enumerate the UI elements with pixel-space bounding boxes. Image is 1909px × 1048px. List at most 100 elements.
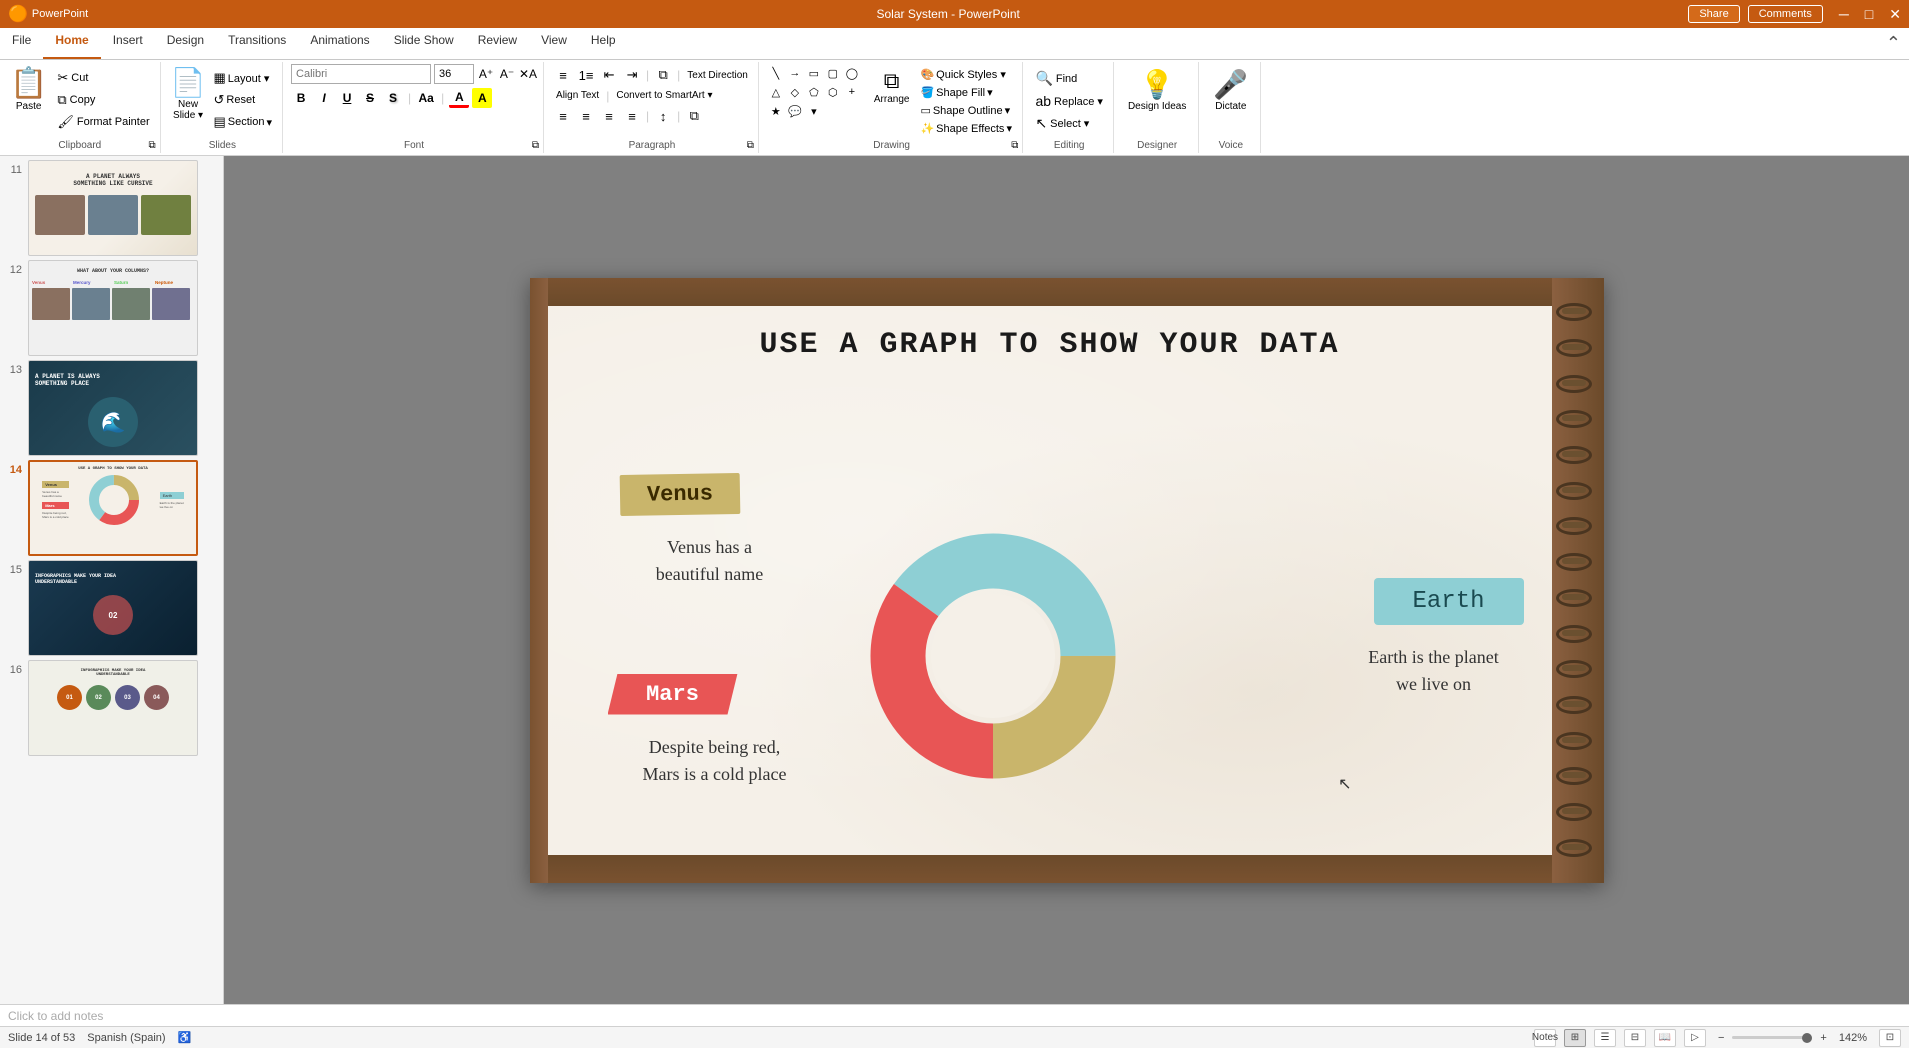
design-ideas-button[interactable]: 💡 Design Ideas [1122, 64, 1192, 137]
drawing-expand-icon[interactable]: ⧉ [1011, 140, 1018, 151]
justify-button[interactable]: ≡ [621, 105, 643, 127]
shape-arrow-btn[interactable]: → [786, 64, 804, 82]
tab-transitions[interactable]: Transitions [216, 28, 298, 59]
slide-thumb-16[interactable]: 16 INFOGRAPHICS MAKE YOUR IDEAUNDERSTAND… [4, 660, 219, 756]
columns-button[interactable]: ⧉ [683, 105, 705, 127]
new-slide-button[interactable]: 📄 New Slide ▾ [169, 64, 208, 123]
underline-button[interactable]: U [337, 88, 357, 108]
cols-button[interactable]: ⧉ [652, 64, 674, 86]
view-outline-button[interactable]: ☰ [1594, 1029, 1616, 1047]
paragraph-expand-icon[interactable]: ⧉ [747, 140, 754, 151]
font-color-button[interactable]: A [449, 88, 469, 108]
align-right-button[interactable]: ≡ [598, 105, 620, 127]
shape-round-rect-btn[interactable]: ▢ [824, 64, 842, 82]
cut-button[interactable]: ✂ Cut [53, 68, 153, 88]
highlight-color-button[interactable]: A [472, 88, 492, 108]
text-direction-button[interactable]: Text Direction [683, 68, 752, 83]
numbered-list-button[interactable]: 1≡ [575, 64, 597, 86]
shape-tri-btn[interactable]: △ [767, 83, 785, 101]
dictate-button[interactable]: 🎤 Dictate [1207, 64, 1254, 137]
slide-thumb-14[interactable]: 14 USE A GRAPH TO SHOW YOUR DATA Venus V… [4, 460, 219, 556]
share-button[interactable]: Share [1688, 5, 1739, 23]
bold-button[interactable]: B [291, 88, 311, 108]
font-name-input[interactable] [291, 64, 431, 84]
shape-line-btn[interactable]: ╲ [767, 64, 785, 82]
zoom-out-button[interactable]: − [1718, 1032, 1724, 1044]
decrease-indent-button[interactable]: ⇤ [598, 64, 620, 86]
shape-star-btn[interactable]: ★ [767, 102, 785, 120]
shape-outline-button[interactable]: ▭ Shape Outline ▾ [916, 102, 1016, 119]
bullets-button[interactable]: ≡ [552, 64, 574, 86]
align-left-button[interactable]: ≡ [552, 105, 574, 127]
shape-effects-button[interactable]: ✨ Shape Effects ▾ [916, 120, 1016, 137]
copy-button[interactable]: ⧉ Copy [53, 90, 153, 110]
select-button[interactable]: ↖ Select ▾ [1031, 113, 1107, 134]
arrange-button[interactable]: ⧉ Arrange [870, 66, 914, 107]
clear-format-button[interactable]: ✕A [519, 65, 537, 83]
shape-hex-btn[interactable]: ⬡ [824, 83, 842, 101]
clipboard-expand-icon[interactable]: ⧉ [148, 140, 155, 151]
mars-label[interactable]: Mars [608, 674, 738, 715]
strikethrough-button[interactable]: S [360, 88, 380, 108]
shape-diamond-btn[interactable]: ◇ [786, 83, 804, 101]
tab-insert[interactable]: Insert [101, 28, 155, 59]
font-size-input[interactable]: 36 [434, 64, 474, 84]
italic-button[interactable]: I [314, 88, 334, 108]
tab-design[interactable]: Design [155, 28, 216, 59]
zoom-slider[interactable] [1732, 1036, 1812, 1039]
notes-toggle-button[interactable]: Notes [1534, 1029, 1556, 1047]
shape-rect-btn[interactable]: ▭ [805, 64, 823, 82]
convert-smartart-button[interactable]: Convert to SmartArt ▾ [612, 88, 716, 103]
view-presenter-button[interactable]: ▷ [1684, 1029, 1706, 1047]
donut-chart-container[interactable] [853, 516, 1133, 799]
shape-pentagon-btn[interactable]: ⬠ [805, 83, 823, 101]
reset-button[interactable]: ↺ Reset [210, 90, 277, 110]
shape-fill-button[interactable]: 🪣 Shape Fill ▾ [916, 84, 1016, 101]
venus-label[interactable]: Venus [619, 472, 740, 515]
view-reading-button[interactable]: 📖 [1654, 1029, 1676, 1047]
shape-plus-btn[interactable]: + [843, 83, 861, 101]
increase-font-button[interactable]: A⁺ [477, 65, 495, 83]
paste-button[interactable]: 📋 Paste [6, 64, 51, 114]
fit-to-window-button[interactable]: ⊡ [1879, 1029, 1901, 1047]
ribbon-collapse-button[interactable]: ⌃ [1878, 28, 1909, 59]
minimize-button[interactable]: ─ [1839, 6, 1849, 22]
maximize-button[interactable]: □ [1865, 6, 1873, 22]
section-button[interactable]: ▤ Section ▾ [210, 112, 277, 132]
view-normal-button[interactable]: ⊞ [1564, 1029, 1586, 1047]
align-text-button[interactable]: Align Text [552, 88, 603, 103]
slide-thumb-12[interactable]: 12 WHAT ABOUT YOUR COLUMNS? Venus Mercur… [4, 260, 219, 356]
line-spacing-button[interactable]: ↕ [652, 105, 674, 127]
tab-animations[interactable]: Animations [298, 28, 381, 59]
layout-button[interactable]: ▦ Layout ▾ [210, 68, 277, 88]
slide-thumb-15[interactable]: 15 INFOGRAPHICS MAKE YOUR IDEAUNDERSTAND… [4, 560, 219, 656]
tab-review[interactable]: Review [466, 28, 529, 59]
notes-area[interactable]: Click to add notes [0, 1004, 1909, 1026]
tab-home[interactable]: Home [43, 28, 100, 59]
center-button[interactable]: ≡ [575, 105, 597, 127]
comments-button[interactable]: Comments [1748, 5, 1823, 23]
tab-view[interactable]: View [529, 28, 579, 59]
find-button[interactable]: 🔍 Find [1031, 68, 1107, 89]
slide-thumb-13[interactable]: 13 A PLANET IS ALWAYSSOMETHING PLACE 🌊 [4, 360, 219, 456]
canvas-area[interactable]: USE A GRAPH TO SHOW YOUR DATA Venus Venu… [224, 156, 1909, 1004]
zoom-in-button[interactable]: + [1820, 1032, 1826, 1044]
change-case-button[interactable]: Aa [416, 88, 436, 108]
slide-thumb-11[interactable]: 11 A PLANET ALWAYSSOMETHING LIKE CURSIVE [4, 160, 219, 256]
shadow-button[interactable]: S [383, 88, 403, 108]
shape-more-btn[interactable]: ▾ [805, 102, 823, 120]
tab-slideshow[interactable]: Slide Show [382, 28, 466, 59]
earth-label[interactable]: Earth [1374, 578, 1524, 625]
zoom-level[interactable]: 142% [1839, 1032, 1867, 1044]
close-button[interactable]: ✕ [1889, 6, 1901, 23]
tab-file[interactable]: File [0, 28, 43, 59]
format-painter-button[interactable]: 🖌 Format Painter [53, 112, 153, 132]
tab-help[interactable]: Help [579, 28, 628, 59]
view-slide-sorter-button[interactable]: ⊟ [1624, 1029, 1646, 1047]
shape-callout-btn[interactable]: 💬 [786, 102, 804, 120]
increase-indent-button[interactable]: ⇥ [621, 64, 643, 86]
decrease-font-button[interactable]: A⁻ [498, 65, 516, 83]
replace-button[interactable]: ab Replace ▾ [1031, 91, 1107, 111]
shape-oval-btn[interactable]: ◯ [843, 64, 861, 82]
quick-styles-button[interactable]: 🎨 Quick Styles ▾ [916, 66, 1016, 83]
